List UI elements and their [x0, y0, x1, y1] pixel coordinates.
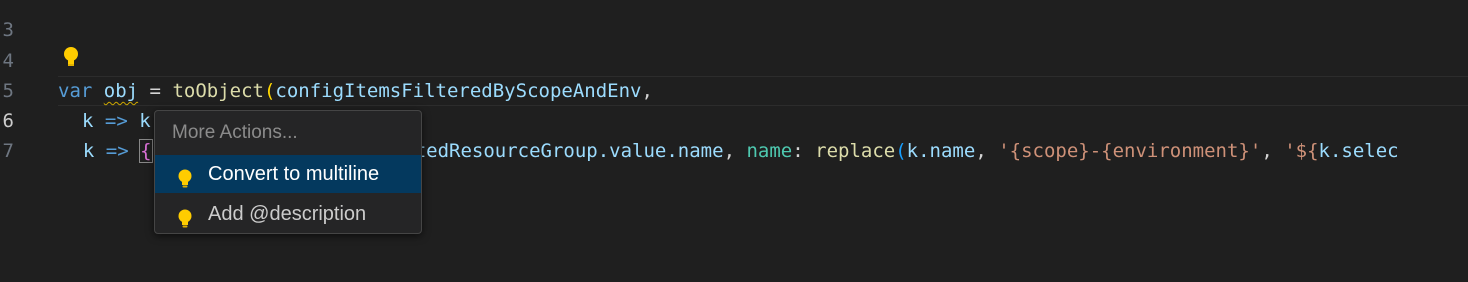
code-line-3[interactable]: 3 — [0, 0, 1468, 41]
lightbulb-icon[interactable] — [62, 46, 80, 68]
identifier-k: k — [906, 140, 919, 162]
code-line-4[interactable]: 4 var obj = toObject(configItemsFiltered… — [0, 16, 1468, 102]
property-name: name — [746, 140, 793, 162]
menu-item-convert-to-multiline[interactable]: Convert to multiline — [155, 155, 421, 193]
string-start: '${ — [1284, 140, 1319, 162]
brace-open: { — [139, 139, 153, 163]
code-line-5[interactable]: 5 k => k.key, — [0, 46, 1468, 132]
comma: , — [975, 140, 999, 162]
comma: , — [723, 140, 747, 162]
arrow: => — [94, 140, 141, 162]
code-actions-menu[interactable]: More Actions... Convert to multiline Add — [154, 110, 422, 234]
comma: , — [1261, 140, 1285, 162]
line-number: 7 — [2, 140, 14, 162]
paren: ( — [895, 140, 907, 162]
code-editor[interactable]: 3 4 var obj = toObject(configItemsFilter… — [0, 0, 1468, 282]
string-template: '{scope}-{environment}' — [998, 140, 1262, 162]
menu-item-label: Add @description — [208, 203, 367, 225]
colon: : — [792, 140, 816, 162]
function-replace: replace — [815, 140, 896, 162]
menu-header: More Actions... — [172, 122, 298, 143]
template-expression: k.selec — [1318, 140, 1399, 162]
param-k: k — [82, 140, 95, 162]
lightbulb-icon — [177, 164, 193, 188]
menu-item-label: Convert to multiline — [208, 163, 380, 185]
code-line-6[interactable]: 6 k => { resourceGroup: k.selectedResour… — [0, 76, 1468, 163]
menu-item-add-description[interactable]: Add @description — [155, 195, 421, 233]
lightbulb-icon — [177, 204, 193, 228]
member-name: .name — [918, 140, 976, 162]
